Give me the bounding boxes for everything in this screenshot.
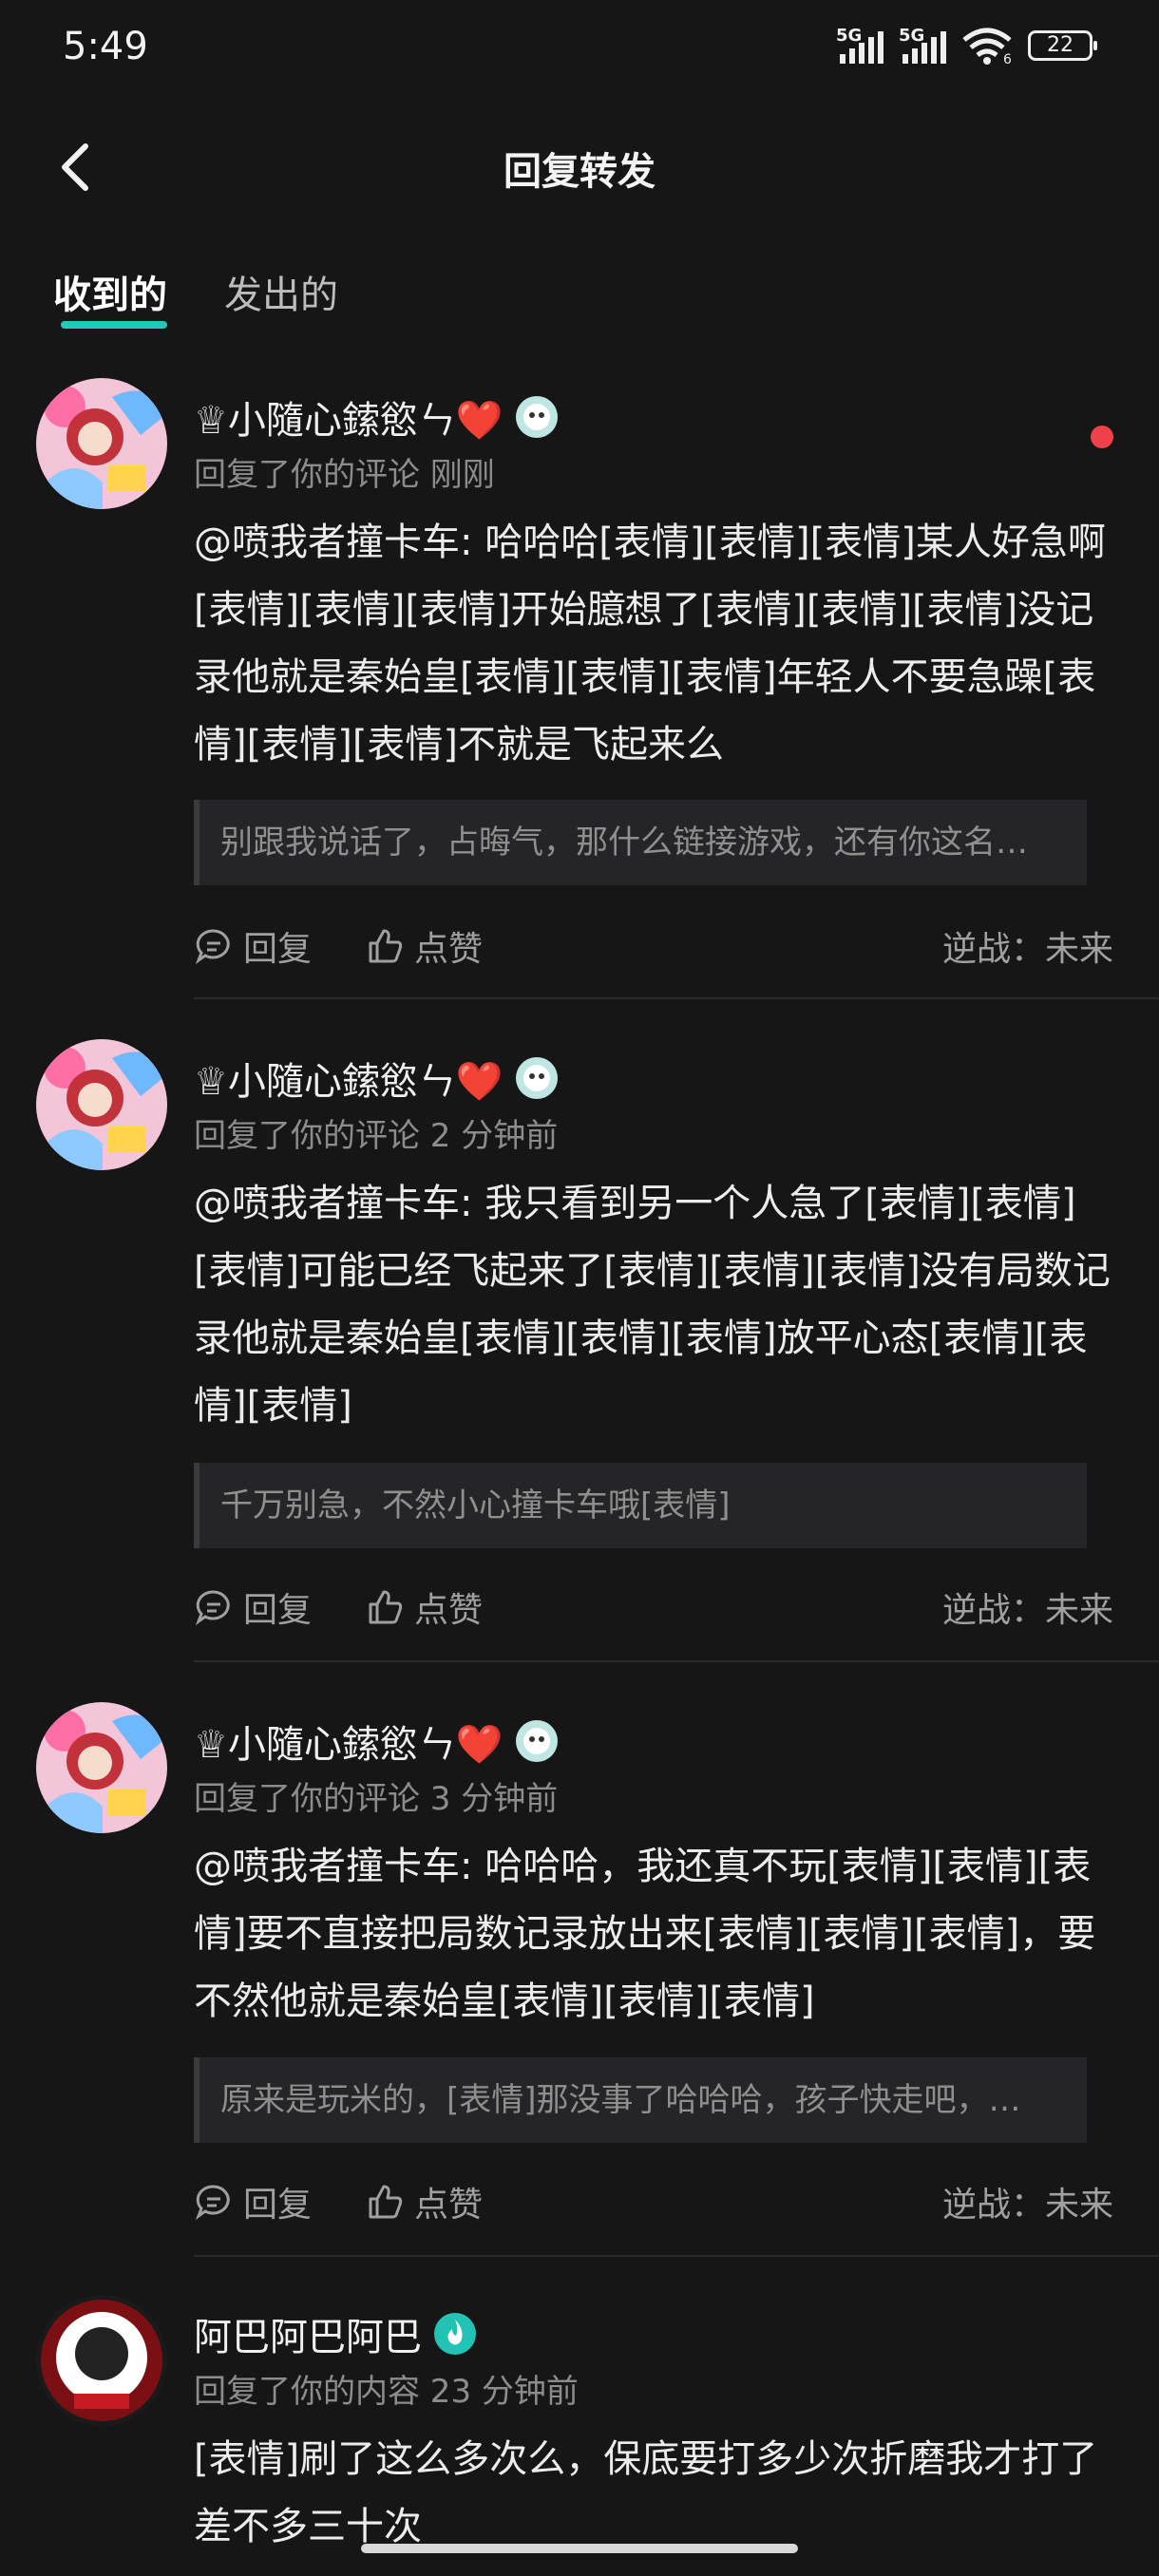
divider bbox=[194, 1660, 1159, 1662]
name-row: ♕小隨心鎍慾ㄣ❤️ bbox=[194, 1714, 559, 1769]
reply-meta: 回复了你的评论 2 分钟前 bbox=[194, 1117, 559, 1155]
source-label[interactable]: 逆战：未来 bbox=[942, 921, 1113, 971]
reply-label: 回复 bbox=[243, 2186, 313, 2225]
name-row: ♕小隨心鎍慾ㄣ❤️ bbox=[194, 389, 559, 445]
signal-icon: 5G bbox=[899, 26, 946, 64]
network-type-label: 5G bbox=[836, 26, 863, 46]
username[interactable]: ♕小隨心鎍慾ㄣ❤️ bbox=[194, 1051, 504, 1106]
like-label: 点赞 bbox=[414, 2186, 484, 2225]
action-bar: 回复 点赞 逆战：未来 bbox=[194, 1582, 1113, 1632]
gamer-avatar-icon bbox=[36, 2295, 167, 2426]
like-button[interactable]: 点赞 bbox=[365, 921, 483, 971]
avatar[interactable] bbox=[36, 1702, 167, 1833]
comment-icon bbox=[195, 1590, 230, 1626]
wifi-badge: 6 bbox=[1003, 52, 1012, 65]
source-label[interactable]: 逆战：未来 bbox=[942, 1582, 1113, 1632]
source-label[interactable]: 逆战：未来 bbox=[942, 2177, 1113, 2226]
quoted-comment[interactable]: 原来是玩米的，[表情]那没事了哈哈哈，孩子快走吧，… bbox=[194, 2057, 1087, 2143]
comment-icon bbox=[195, 2185, 230, 2221]
reply-button[interactable]: 回复 bbox=[194, 1582, 312, 1632]
divider bbox=[194, 997, 1159, 999]
battery-level: 22 bbox=[1047, 33, 1074, 57]
signal-icon: 5G bbox=[836, 26, 884, 64]
thumbs-up-icon bbox=[369, 929, 403, 963]
tab-bar: 收到的 发出的 bbox=[53, 264, 338, 329]
quoted-comment[interactable]: 千万别急，不然小心撞卡车哦[表情] bbox=[194, 1463, 1087, 1548]
status-bar: 5:49 5G 5G 6 22 bbox=[0, 0, 1159, 95]
avatar[interactable] bbox=[36, 378, 167, 509]
battery-icon: 22 bbox=[1028, 30, 1097, 61]
status-icons: 5G 5G 6 22 bbox=[836, 26, 1097, 65]
reply-content: @喷我者撞卡车: 我只看到另一个人急了[表情][表情][表情]可能已经飞起来了[… bbox=[194, 1182, 1111, 1428]
top-bar: 回复转发 bbox=[0, 114, 1159, 218]
tab-received[interactable]: 收到的 bbox=[53, 264, 167, 329]
unread-dot bbox=[1091, 426, 1113, 448]
reply-content: [表情]刷了这么多次么，保底要打多少次折磨我才打了差不多三十次 bbox=[194, 2437, 1098, 2548]
reply-label: 回复 bbox=[243, 1591, 313, 1630]
like-button[interactable]: 点赞 bbox=[365, 2177, 483, 2226]
name-row: ♕小隨心鎍慾ㄣ❤️ bbox=[194, 1051, 559, 1106]
anime-avatar-icon bbox=[36, 378, 167, 509]
reply-content: @喷我者撞卡车: 哈哈哈，我还真不玩[表情][表情][表情]要不直接把局数记录放… bbox=[194, 1845, 1096, 2023]
network-type-label: 5G bbox=[899, 26, 925, 46]
divider bbox=[194, 2255, 1159, 2257]
reply-meta: 回复了你的内容 23 分钟前 bbox=[194, 2373, 579, 2411]
thumbs-up-icon bbox=[369, 2185, 403, 2219]
name-row: 阿巴阿巴阿巴 bbox=[194, 2306, 477, 2361]
reply-button[interactable]: 回复 bbox=[194, 921, 312, 971]
reply-content: @喷我者撞卡车: 哈哈哈[表情][表情][表情]某人好急啊[表情][表情][表情… bbox=[194, 521, 1106, 767]
reply-meta: 回复了你的评论 刚刚 bbox=[194, 456, 495, 494]
user-badge-icon bbox=[515, 1720, 558, 1762]
avatar[interactable] bbox=[36, 2295, 167, 2426]
status-time: 5:49 bbox=[63, 25, 148, 68]
username[interactable]: ♕小隨心鎍慾ㄣ❤️ bbox=[194, 389, 504, 445]
quoted-comment[interactable]: 别跟我说话了，占晦气，那什么链接游戏，还有你这名… bbox=[194, 800, 1087, 885]
like-label: 点赞 bbox=[414, 930, 484, 969]
username[interactable]: 阿巴阿巴阿巴 bbox=[194, 2306, 422, 2361]
reply-meta: 回复了你的评论 3 分钟前 bbox=[194, 1780, 559, 1818]
comment-icon bbox=[195, 929, 230, 965]
action-bar: 回复 点赞 逆战：未来 bbox=[194, 921, 1113, 971]
like-button[interactable]: 点赞 bbox=[365, 1582, 483, 1632]
action-bar: 回复 点赞 逆战：未来 bbox=[194, 2177, 1113, 2226]
user-badge-icon bbox=[515, 1057, 558, 1099]
thumbs-up-icon bbox=[369, 1590, 403, 1624]
page-title: 回复转发 bbox=[504, 150, 656, 194]
home-indicator[interactable] bbox=[361, 2544, 798, 2553]
wifi-icon: 6 bbox=[962, 28, 1012, 65]
user-badge-icon bbox=[515, 396, 558, 438]
anime-avatar-icon bbox=[36, 1702, 167, 1833]
tab-sent[interactable]: 发出的 bbox=[224, 264, 338, 319]
like-label: 点赞 bbox=[414, 1591, 484, 1630]
flame-badge-icon bbox=[434, 2313, 476, 2355]
anime-avatar-icon bbox=[36, 1039, 167, 1170]
reply-button[interactable]: 回复 bbox=[194, 2177, 312, 2226]
avatar[interactable] bbox=[36, 1039, 167, 1170]
reply-label: 回复 bbox=[243, 930, 313, 969]
username[interactable]: ♕小隨心鎍慾ㄣ❤️ bbox=[194, 1714, 504, 1769]
